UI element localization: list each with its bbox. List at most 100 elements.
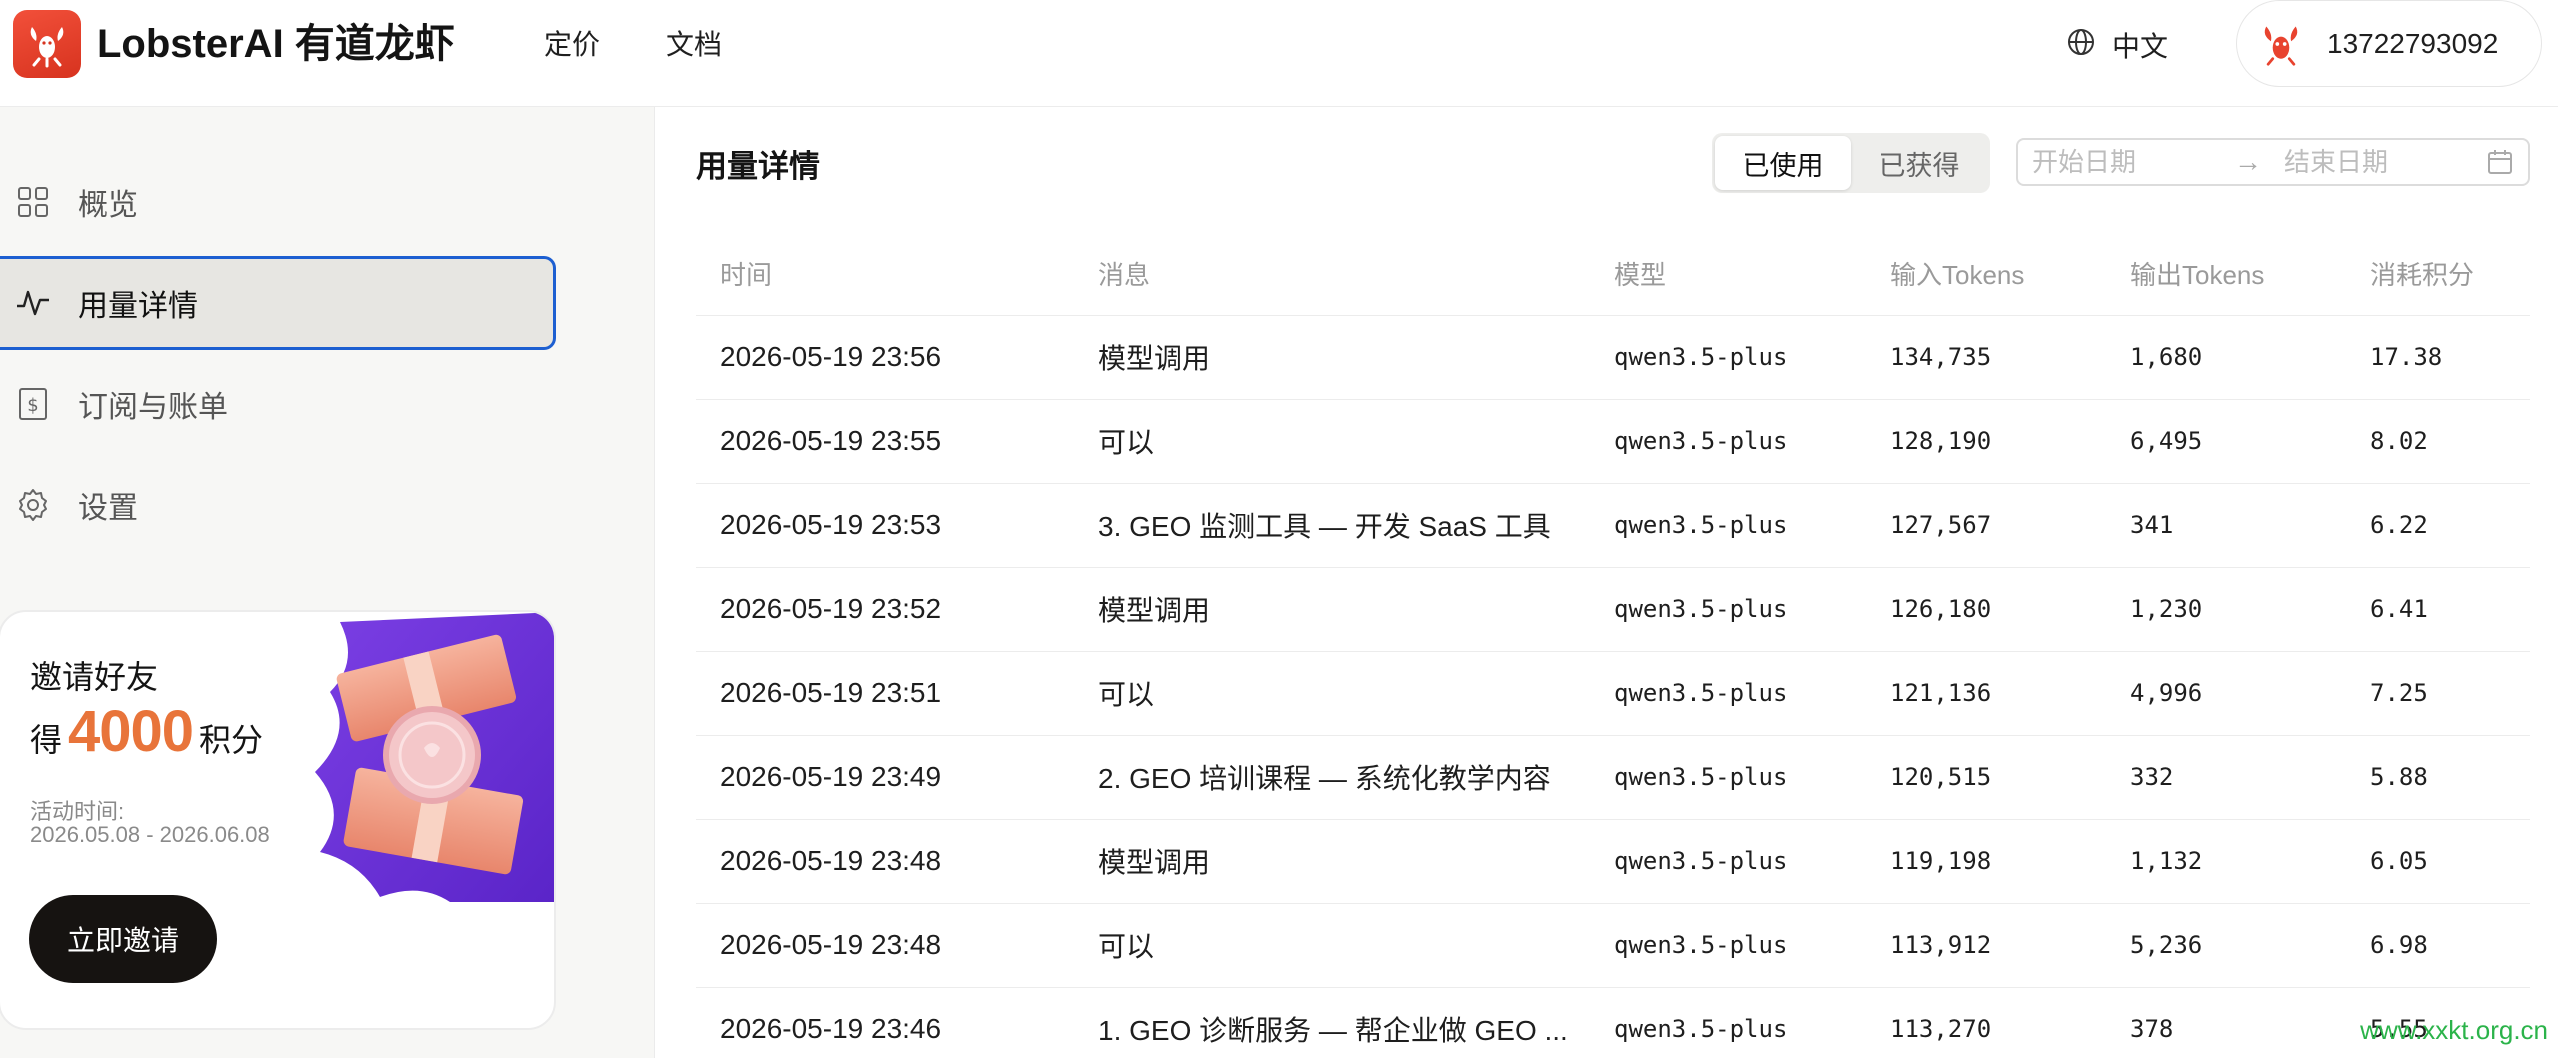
end-date-input[interactable] bbox=[2284, 146, 2464, 178]
cell-time: 2026-05-19 23:49 bbox=[696, 735, 1074, 820]
cell-input-tokens: 127,567 bbox=[1866, 483, 2106, 568]
cell-output-tokens: 332 bbox=[2106, 735, 2346, 820]
user-menu[interactable]: 13722793092 bbox=[2236, 0, 2542, 87]
column-header-message: 消息 bbox=[1074, 233, 1590, 316]
usage-table-body: 2026-05-19 23:56 模型调用 qwen3.5-plus 134,735 1… bbox=[696, 315, 2530, 1058]
table-row: 2026-05-19 23:48 可以 qwen3.5-plus 113,912 5,2… bbox=[696, 903, 2530, 988]
cell-model: qwen3.5-plus bbox=[1590, 819, 1866, 904]
start-date-input[interactable] bbox=[2032, 146, 2212, 178]
cell-input-tokens: 113,270 bbox=[1866, 987, 2106, 1058]
cell-output-tokens: 1,680 bbox=[2106, 315, 2346, 400]
watermark: www.xxkt.org.cn bbox=[2360, 1015, 2548, 1045]
cell-time: 2026-05-19 23:55 bbox=[696, 399, 1074, 484]
sidebar-item-billing[interactable]: $ 订阅与账单 bbox=[0, 357, 556, 451]
sidebar-item-label: 设置 bbox=[78, 492, 138, 525]
cell-output-tokens: 378 bbox=[2106, 987, 2346, 1058]
cell-points: 6.98 bbox=[2346, 903, 2530, 988]
cell-points: 6.41 bbox=[2346, 567, 2530, 652]
gear-icon bbox=[14, 486, 52, 524]
main-content: 用量详情 已使用 已获得 → 时间 消息 模型 输入Tokens 输出Token… bbox=[656, 107, 2558, 1058]
cell-points: 6.05 bbox=[2346, 819, 2530, 904]
promo-reward: 得 4000 积分 bbox=[30, 698, 263, 765]
sidebar-item-usage[interactable]: 用量详情 bbox=[0, 256, 556, 350]
cell-message: 1. GEO 诊断服务 — 帮企业做 GEO ... bbox=[1074, 987, 1590, 1058]
cell-input-tokens: 113,912 bbox=[1866, 903, 2106, 988]
date-range-picker[interactable]: → bbox=[2016, 138, 2530, 186]
svg-text:$: $ bbox=[27, 395, 38, 416]
cell-model: qwen3.5-plus bbox=[1590, 735, 1866, 820]
app-name[interactable]: LobsterAI 有道龙虾 bbox=[97, 18, 455, 70]
cell-time: 2026-05-19 23:51 bbox=[696, 651, 1074, 736]
cell-model: qwen3.5-plus bbox=[1590, 315, 1866, 400]
cell-model: qwen3.5-plus bbox=[1590, 651, 1866, 736]
gift-box-illustration bbox=[315, 612, 554, 902]
cell-time: 2026-05-19 23:52 bbox=[696, 567, 1074, 652]
promo-suffix: 积分 bbox=[199, 722, 264, 758]
language-switcher[interactable]: 中文 bbox=[2066, 22, 2168, 68]
cell-model: qwen3.5-plus bbox=[1590, 483, 1866, 568]
invite-promo-card: 邀请好友 得 4000 积分 活动时间: 2026.05.08 - 2026.0… bbox=[0, 610, 556, 1030]
usage-table: 时间 消息 模型 输入Tokens 输出Tokens 消耗积分 2026-05-… bbox=[696, 233, 2530, 1058]
table-row: 2026-05-19 23:48 模型调用 qwen3.5-plus 119,198 1… bbox=[696, 819, 2530, 904]
sidebar-item-settings[interactable]: 设置 bbox=[0, 458, 556, 552]
cell-message: 3. GEO 监测工具 — 开发 SaaS 工具 bbox=[1074, 483, 1590, 568]
lobster-avatar-icon bbox=[2264, 26, 2298, 66]
cell-time: 2026-05-19 23:53 bbox=[696, 483, 1074, 568]
table-row: 2026-05-19 23:49 2. GEO 培训课程 — 系统化教学内容 qwe… bbox=[696, 735, 2530, 820]
user-phone: 13722793092 bbox=[2327, 27, 2499, 59]
table-header-row: 时间 消息 模型 输入Tokens 输出Tokens 消耗积分 bbox=[696, 233, 2530, 316]
table-row: 2026-05-19 23:56 模型调用 qwen3.5-plus 134,735 1… bbox=[696, 315, 2530, 400]
cell-input-tokens: 128,190 bbox=[1866, 399, 2106, 484]
cell-output-tokens: 1,230 bbox=[2106, 567, 2346, 652]
cell-time: 2026-05-19 23:56 bbox=[696, 315, 1074, 400]
cell-input-tokens: 120,515 bbox=[1866, 735, 2106, 820]
table-row: 2026-05-19 23:52 模型调用 qwen3.5-plus 126,180 1… bbox=[696, 567, 2530, 652]
tab-earned[interactable]: 已获得 bbox=[1851, 136, 1987, 190]
calendar-icon[interactable] bbox=[2486, 148, 2514, 176]
table-row: 2026-05-19 23:46 1. GEO 诊断服务 — 帮企业做 GEO .… bbox=[696, 987, 2530, 1058]
cell-message: 可以 bbox=[1074, 903, 1590, 988]
cell-model: qwen3.5-plus bbox=[1590, 567, 1866, 652]
cell-message: 模型调用 bbox=[1074, 315, 1590, 400]
user-avatar bbox=[2257, 20, 2305, 68]
cell-message: 可以 bbox=[1074, 651, 1590, 736]
cell-message: 可以 bbox=[1074, 399, 1590, 484]
page-title: 用量详情 bbox=[696, 149, 820, 184]
nav-pricing-link[interactable]: 定价 bbox=[544, 25, 600, 65]
activity-icon bbox=[14, 284, 52, 322]
cell-output-tokens: 4,996 bbox=[2106, 651, 2346, 736]
sidebar: 概览 用量详情 $ 订阅与账单 设置 邀请好友 得 4000 积分 活动时间: … bbox=[0, 107, 655, 1058]
column-header-points: 消耗积分 bbox=[2346, 233, 2530, 316]
cell-model: qwen3.5-plus bbox=[1590, 903, 1866, 988]
invite-now-button[interactable]: 立即邀请 bbox=[29, 895, 217, 983]
tab-used[interactable]: 已使用 bbox=[1715, 136, 1851, 190]
cell-message: 2. GEO 培训课程 — 系统化教学内容 bbox=[1074, 735, 1590, 820]
billing-icon: $ bbox=[14, 385, 52, 423]
column-header-input-tokens: 输入Tokens bbox=[1866, 233, 2106, 316]
lobster-logo-icon[interactable] bbox=[13, 10, 81, 78]
arrow-right-icon: → bbox=[2234, 146, 2262, 177]
cell-points: 7.25 bbox=[2346, 651, 2530, 736]
cell-time: 2026-05-19 23:48 bbox=[696, 819, 1074, 904]
cell-input-tokens: 121,136 bbox=[1866, 651, 2106, 736]
column-header-time: 时间 bbox=[696, 233, 1074, 316]
grid-icon bbox=[14, 183, 52, 221]
promo-title: 邀请好友 bbox=[30, 659, 159, 695]
column-header-model: 模型 bbox=[1590, 233, 1866, 316]
cell-time: 2026-05-19 23:46 bbox=[696, 987, 1074, 1058]
cell-output-tokens: 6,495 bbox=[2106, 399, 2346, 484]
cell-message: 模型调用 bbox=[1074, 567, 1590, 652]
cell-points: 5.88 bbox=[2346, 735, 2530, 820]
cell-points: 6.22 bbox=[2346, 483, 2530, 568]
table-row: 2026-05-19 23:55 可以 qwen3.5-plus 128,190 6,4… bbox=[696, 399, 2530, 484]
sidebar-item-label: 订阅与账单 bbox=[78, 391, 228, 424]
cell-model: qwen3.5-plus bbox=[1590, 987, 1866, 1058]
sidebar-item-overview[interactable]: 概览 bbox=[0, 155, 556, 249]
nav-docs-link[interactable]: 文档 bbox=[666, 25, 722, 65]
table-row: 2026-05-19 23:51 可以 qwen3.5-plus 121,136 4,9… bbox=[696, 651, 2530, 736]
cell-message: 模型调用 bbox=[1074, 819, 1590, 904]
language-label: 中文 bbox=[2112, 31, 2169, 62]
cell-points: 8.02 bbox=[2346, 399, 2530, 484]
column-header-output-tokens: 输出Tokens bbox=[2106, 233, 2346, 316]
table-row: 2026-05-19 23:53 3. GEO 监测工具 — 开发 SaaS 工具… bbox=[696, 483, 2530, 568]
